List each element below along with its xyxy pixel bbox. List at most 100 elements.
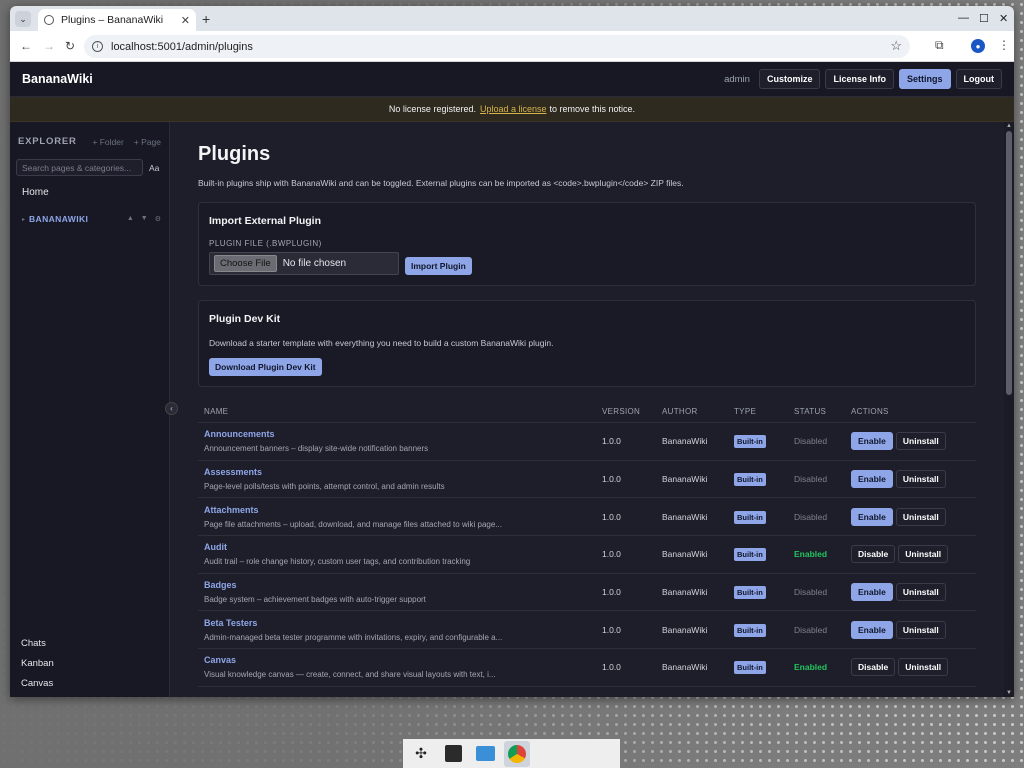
- brand-logo[interactable]: BananaWiki: [22, 72, 93, 86]
- uninstall-button[interactable]: Uninstall: [895, 507, 946, 526]
- plugin-version: 1.0.0: [596, 497, 656, 537]
- bookmark-star-icon[interactable]: ☆: [890, 38, 902, 54]
- new-tab-icon[interactable]: +: [202, 11, 210, 27]
- toggle-plugin-button[interactable]: Enable: [851, 470, 893, 489]
- toggle-plugin-button[interactable]: Enable: [851, 432, 893, 451]
- uninstall-button[interactable]: Uninstall: [898, 545, 949, 564]
- sidebar-item-kanban[interactable]: Kanban: [21, 658, 54, 669]
- plugin-name-link[interactable]: Assessments: [204, 467, 590, 477]
- add-folder-button[interactable]: + Folder: [92, 137, 123, 147]
- license-notice: No license registered. Upload a license …: [10, 97, 1014, 122]
- browser-tab[interactable]: Plugins – BananaWiki ✕: [38, 9, 196, 31]
- table-row: Announcements Announcement banners – disp…: [198, 422, 976, 461]
- menu-kebab-icon[interactable]: ⋮: [998, 38, 1010, 52]
- logout-button[interactable]: Logout: [955, 69, 1002, 89]
- table-row: Audit Audit trail – role change history, …: [198, 535, 976, 574]
- extensions-icon[interactable]: ⧉: [935, 38, 944, 53]
- minimize-icon[interactable]: —: [958, 12, 969, 24]
- close-icon[interactable]: ✕: [181, 14, 190, 27]
- type-badge: Built-in: [734, 435, 766, 449]
- plugin-name-link[interactable]: Beta Testers: [204, 618, 590, 628]
- no-file-text: No file chosen: [282, 258, 347, 269]
- caret-right-icon[interactable]: ▸: [22, 216, 25, 223]
- license-info-button[interactable]: License Info: [825, 69, 894, 89]
- back-icon[interactable]: ←: [20, 39, 32, 53]
- sidebar-item-canvas[interactable]: Canvas: [21, 678, 54, 689]
- address-bar[interactable]: i localhost:5001/admin/plugins ☆: [84, 35, 910, 58]
- sidebar-search-input[interactable]: [16, 159, 143, 176]
- tree-root-item[interactable]: ▸ BANANAWIKI ▲ ▼ ⚙: [10, 198, 169, 224]
- terminal-icon[interactable]: [440, 741, 466, 767]
- choose-file-button[interactable]: Choose File: [214, 255, 277, 272]
- move-down-icon[interactable]: ▼: [141, 215, 148, 223]
- plugin-version: 1.0.0: [596, 573, 656, 612]
- toggle-plugin-button[interactable]: Disable: [851, 545, 896, 564]
- type-badge: Built-in: [734, 510, 766, 524]
- toggle-plugin-button[interactable]: Enable: [851, 507, 893, 526]
- plugin-name-link[interactable]: Canvas: [204, 655, 590, 665]
- main-scrollbar[interactable]: ▲ ▼: [1004, 122, 1014, 697]
- plugin-name-link[interactable]: Announcements: [204, 429, 590, 439]
- main-content: Plugins Built-in plugins ship with Banan…: [170, 122, 1014, 697]
- url-text: localhost:5001/admin/plugins: [111, 40, 253, 53]
- status-badge: Disabled: [788, 460, 845, 499]
- plugin-file-input[interactable]: Choose File No file chosen: [209, 252, 399, 275]
- files-icon[interactable]: [472, 741, 498, 767]
- license-suffix: to remove this notice.: [549, 104, 636, 114]
- move-up-icon[interactable]: ▲: [127, 215, 134, 223]
- toggle-plugin-button[interactable]: Enable: [851, 583, 893, 602]
- uninstall-button[interactable]: Uninstall: [895, 432, 946, 451]
- toggle-plugin-button[interactable]: Disable: [851, 658, 896, 677]
- col-actions: ACTIONS: [845, 407, 976, 423]
- plugin-description: Page-level polls/tests with points, atte…: [204, 482, 445, 492]
- type-badge: Built-in: [734, 473, 766, 487]
- uninstall-button[interactable]: Uninstall: [898, 658, 949, 677]
- scrollbar-thumb[interactable]: [1006, 131, 1012, 395]
- settings-button[interactable]: Settings: [898, 69, 951, 89]
- scroll-up-icon[interactable]: ▲: [1006, 123, 1012, 129]
- uninstall-button[interactable]: Uninstall: [895, 470, 946, 489]
- table-row: Badges Badge system – achievement badges …: [198, 573, 976, 612]
- profile-avatar-icon[interactable]: ●: [971, 39, 985, 53]
- customize-button[interactable]: Customize: [758, 69, 821, 89]
- toggle-plugin-button[interactable]: Enable: [851, 620, 893, 639]
- tab-search-icon[interactable]: ⌄: [15, 11, 31, 27]
- plugin-name-link[interactable]: Audit: [204, 542, 590, 552]
- add-page-button[interactable]: + Page: [134, 137, 161, 147]
- case-toggle-button[interactable]: Aa: [149, 163, 159, 173]
- uninstall-button[interactable]: Uninstall: [895, 583, 946, 602]
- type-badge: Built-in: [734, 586, 766, 600]
- plugin-description: Visual knowledge canvas — create, connec…: [204, 670, 496, 680]
- window-close-icon[interactable]: ✕: [999, 12, 1008, 25]
- sidebar-item-chats[interactable]: Chats: [21, 638, 54, 649]
- tab-title: Plugins – BananaWiki: [61, 14, 164, 26]
- status-badge: [788, 686, 845, 697]
- uninstall-button[interactable]: Uninstall: [895, 620, 946, 639]
- chrome-icon[interactable]: [504, 740, 530, 767]
- plugin-version: 1.0.0: [596, 535, 656, 574]
- import-card-title: Import External Plugin: [209, 215, 322, 227]
- plugin-version: 1.0.0: [596, 422, 656, 461]
- collapse-sidebar-icon[interactable]: ‹: [165, 402, 178, 415]
- sidebar-bottom-links: Chats Kanban Canvas: [21, 629, 54, 689]
- site-info-icon[interactable]: i: [92, 41, 103, 52]
- plugin-file-label: PLUGIN FILE (.BWPLUGIN): [209, 239, 322, 248]
- maximize-icon[interactable]: ☐: [979, 12, 989, 25]
- scroll-down-icon[interactable]: ▼: [1006, 690, 1012, 696]
- forward-icon[interactable]: →: [43, 39, 55, 53]
- gear-icon[interactable]: ⚙: [155, 215, 161, 223]
- plugin-name-link[interactable]: Attachments: [204, 505, 590, 515]
- plugin-author: BananaWiki: [656, 535, 728, 574]
- plugin-description: Page file attachments – upload, download…: [204, 519, 502, 529]
- upload-license-link[interactable]: Upload a license: [480, 104, 547, 114]
- sidebar-item-home[interactable]: Home: [10, 176, 169, 198]
- sidebar: EXPLORER + Folder + Page Aa Home ▸ BANAN…: [10, 122, 170, 697]
- plugin-name-link[interactable]: Badges: [204, 580, 590, 590]
- reload-icon[interactable]: ↻: [65, 39, 75, 53]
- plugin-description: Badge system – achievement badges with a…: [204, 595, 426, 605]
- devkit-card-title: Plugin Dev Kit: [209, 313, 281, 325]
- import-plugin-button[interactable]: Import Plugin: [405, 257, 472, 275]
- download-devkit-button[interactable]: Download Plugin Dev Kit: [209, 358, 322, 376]
- launcher-icon[interactable]: ✣: [408, 741, 434, 767]
- plugin-author: BananaWiki: [656, 648, 728, 687]
